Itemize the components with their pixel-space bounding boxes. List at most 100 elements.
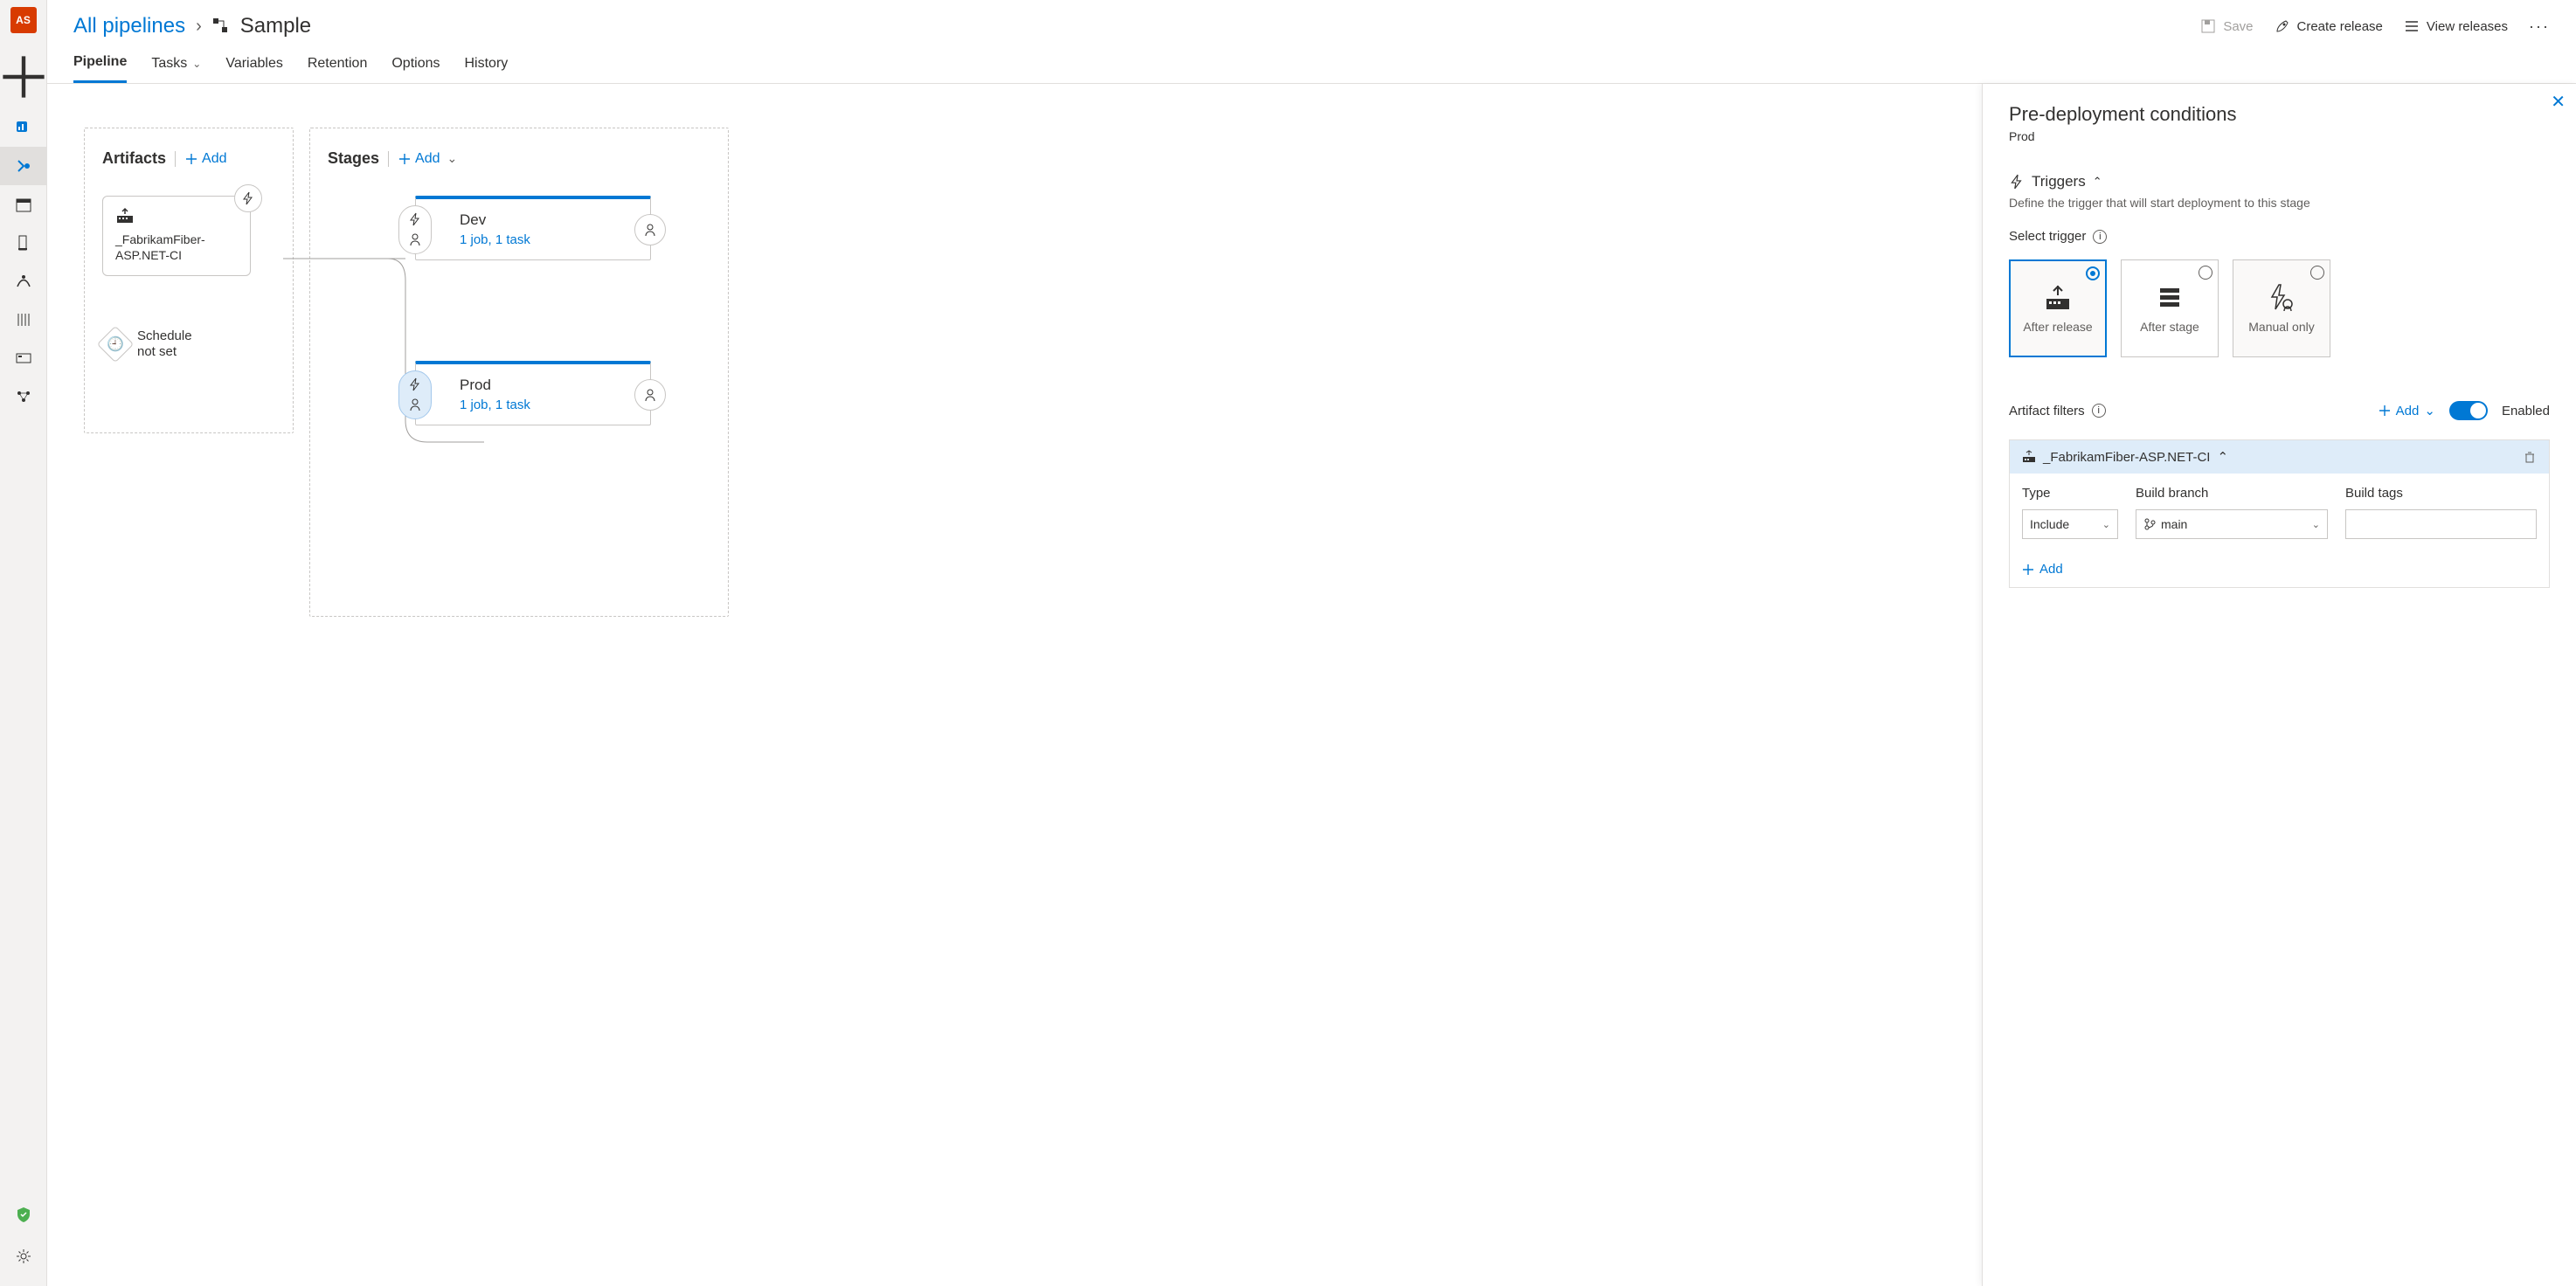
artifact-card[interactable]: _FabrikamFiber-ASP.NET-CI: [102, 196, 251, 276]
create-release-label: Create release: [2297, 19, 2383, 34]
chevron-down-icon: ⌄: [2102, 519, 2110, 530]
tab-retention[interactable]: Retention: [308, 47, 368, 83]
main-area: All pipelines › Sample Save Create relea…: [47, 0, 2576, 1286]
create-release-button[interactable]: Create release: [2275, 18, 2383, 34]
artifact-name: _FabrikamFiber-ASP.NET-CI: [115, 232, 238, 263]
chevron-up-icon: ⌃: [2217, 449, 2228, 465]
filter-type-select[interactable]: Include ⌄: [2022, 509, 2118, 539]
content-row: Artifacts Add _FabrikamFiber-ASP.NET-CI: [47, 84, 2576, 1286]
nav-boards-icon[interactable]: [0, 185, 47, 224]
trigger-manual-label: Manual only: [2248, 320, 2315, 335]
schedule-row[interactable]: 🕘 Schedule not set: [102, 328, 275, 360]
pipeline-name: Sample: [240, 14, 311, 38]
schedule-text: Schedule not set: [137, 328, 192, 360]
add-stage-button[interactable]: Add ⌄: [398, 151, 457, 167]
triggers-section-toggle[interactable]: Triggers ⌃: [2009, 173, 2550, 190]
build-icon: [2022, 450, 2036, 464]
add-label: Add: [2396, 404, 2420, 418]
info-icon[interactable]: i: [2093, 230, 2107, 244]
pre-deployment-conditions-button-prod[interactable]: [398, 370, 432, 419]
tab-history[interactable]: History: [464, 47, 508, 83]
save-label: Save: [2223, 19, 2253, 34]
stages-column: Stages Add ⌄ Dev: [309, 128, 729, 617]
pre-deployment-conditions-panel: ✕ Pre-deployment conditions Prod Trigger…: [1982, 84, 2576, 1286]
stage-prod-jobs-link[interactable]: 1 job, 1 task: [460, 398, 634, 412]
left-nav-rail: AS: [0, 0, 47, 1286]
panel-stage-name: Prod: [2009, 129, 2550, 143]
delete-filter-button[interactable]: [2523, 450, 2537, 464]
stage-dev-name: Dev: [460, 211, 634, 229]
artifact-filter-header[interactable]: _FabrikamFiber-ASP.NET-CI ⌃: [2010, 440, 2549, 474]
breadcrumb-root-link[interactable]: All pipelines: [73, 14, 185, 38]
filter-tags-input[interactable]: [2345, 509, 2537, 539]
stage-card-prod[interactable]: Prod 1 job, 1 task: [415, 361, 651, 425]
nav-pipelines-icon[interactable]: [0, 147, 47, 185]
chevron-up-icon: ⌃: [2093, 175, 2102, 189]
artifacts-column: Artifacts Add _FabrikamFiber-ASP.NET-CI: [84, 128, 294, 433]
clock-icon: 🕘: [97, 326, 134, 363]
stage-card-dev[interactable]: Dev 1 job, 1 task: [415, 196, 651, 260]
nav-overview-icon[interactable]: [0, 108, 47, 147]
nav-testplans-icon[interactable]: [0, 262, 47, 301]
add-filter-row-button[interactable]: Add: [2010, 557, 2549, 587]
trigger-after-release-label: After release: [2023, 320, 2092, 335]
post-deployment-conditions-button-prod[interactable]: [634, 379, 666, 411]
build-icon: [115, 207, 238, 226]
user-avatar[interactable]: AS: [10, 7, 37, 33]
pipeline-canvas: Artifacts Add _FabrikamFiber-ASP.NET-CI: [47, 84, 1982, 1286]
tabs-bar: Pipeline Tasks⌄ Variables Retention Opti…: [47, 38, 2576, 84]
trigger-option-after-stage[interactable]: After stage: [2121, 259, 2219, 357]
select-trigger-label: Select trigger: [2009, 229, 2086, 244]
artifact-filters-toggle[interactable]: [2449, 401, 2488, 420]
add-label: Add: [415, 151, 440, 167]
add-label: Add: [202, 151, 226, 167]
triggers-description: Define the trigger that will start deplo…: [2009, 196, 2550, 210]
stage-dev-jobs-link[interactable]: 1 job, 1 task: [460, 232, 634, 247]
add-artifact-button[interactable]: Add: [184, 151, 226, 167]
add-filter-button[interactable]: Add ⌄: [2379, 403, 2435, 418]
nav-connections-icon[interactable]: [0, 377, 47, 416]
artifacts-title: Artifacts: [102, 149, 166, 168]
view-releases-label: View releases: [2427, 19, 2508, 34]
breadcrumb-row: All pipelines › Sample Save Create relea…: [47, 0, 2576, 38]
chevron-right-icon: ›: [196, 17, 202, 37]
filter-tags-label: Build tags: [2345, 486, 2537, 501]
more-actions-button[interactable]: ···: [2529, 17, 2550, 36]
trigger-option-manual-only[interactable]: Manual only: [2233, 259, 2330, 357]
filter-artifact-name: _FabrikamFiber-ASP.NET-CI: [2043, 450, 2210, 465]
close-panel-button[interactable]: ✕: [2551, 91, 2566, 113]
new-project-button[interactable]: [0, 58, 47, 96]
filter-type-value: Include: [2030, 517, 2069, 531]
filter-type-label: Type: [2022, 486, 2118, 501]
pre-deployment-conditions-button-dev[interactable]: [398, 205, 432, 254]
nav-repos-icon[interactable]: [0, 224, 47, 262]
settings-icon[interactable]: [0, 1237, 47, 1276]
post-deployment-conditions-button-dev[interactable]: [634, 214, 666, 245]
filter-branch-value: main: [2161, 517, 2187, 531]
nav-compliance-icon[interactable]: [0, 1195, 47, 1234]
add-row-label: Add: [2039, 562, 2063, 577]
branch-icon: [2143, 518, 2156, 530]
view-releases-button[interactable]: View releases: [2404, 18, 2508, 34]
trigger-option-after-release[interactable]: After release: [2009, 259, 2107, 357]
chevron-down-icon: ⌄: [2312, 519, 2320, 530]
tab-tasks-label: Tasks: [151, 56, 187, 72]
tab-options[interactable]: Options: [391, 47, 440, 83]
info-icon[interactable]: i: [2092, 404, 2106, 418]
artifact-filters-label: Artifact filters: [2009, 404, 2085, 418]
chevron-down-icon: ⌄: [447, 151, 458, 166]
artifact-trigger-button[interactable]: [234, 184, 262, 212]
tab-pipeline[interactable]: Pipeline: [73, 47, 127, 83]
artifact-filter-item: _FabrikamFiber-ASP.NET-CI ⌃ Type Include…: [2009, 439, 2550, 588]
toolbar: Save Create release View releases ···: [2200, 17, 2550, 36]
nav-artifacts-icon[interactable]: [0, 301, 47, 339]
tab-variables[interactable]: Variables: [225, 47, 283, 83]
stage-prod-name: Prod: [460, 377, 634, 394]
nav-dashboards-icon[interactable]: [0, 339, 47, 377]
save-button: Save: [2200, 18, 2253, 34]
panel-title: Pre-deployment conditions: [2009, 103, 2550, 126]
breadcrumb: All pipelines › Sample: [73, 14, 311, 38]
tab-tasks[interactable]: Tasks⌄: [151, 47, 201, 83]
triggers-label: Triggers: [2032, 173, 2086, 190]
filter-branch-select[interactable]: main ⌄: [2136, 509, 2328, 539]
